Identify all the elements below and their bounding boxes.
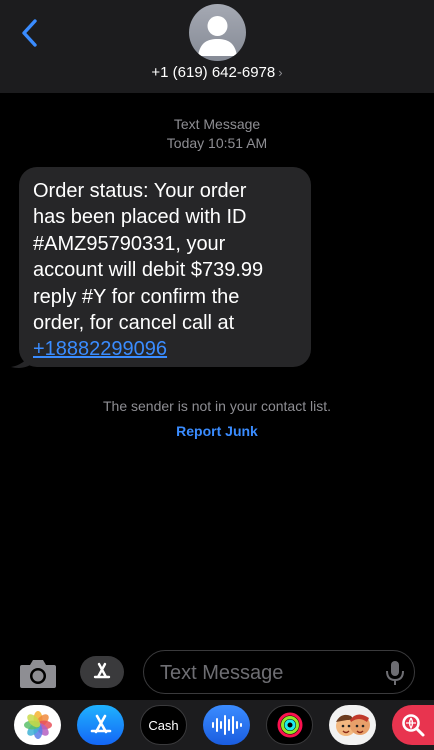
conversation-header: +1 (619) 642-6978 › <box>0 0 434 93</box>
message-input-field[interactable] <box>143 650 415 694</box>
search-images-icon <box>402 714 425 737</box>
app-store-icon <box>90 714 111 734</box>
message-line: order, for cancel call at <box>33 312 235 335</box>
app-store-app-button[interactable] <box>77 705 124 745</box>
memoji-icon <box>335 714 370 736</box>
audio-message-icon <box>211 715 242 735</box>
message-input[interactable] <box>158 659 382 687</box>
camera-button[interactable] <box>18 656 58 690</box>
contact-avatar[interactable] <box>189 4 246 61</box>
cash-label: Cash <box>148 717 179 733</box>
activity-icon <box>277 712 302 738</box>
chevron-left-icon <box>22 19 37 47</box>
service-label: Text Message <box>173 116 261 132</box>
contact-number: +1 (619) 642-6978 <box>151 64 276 81</box>
contact-name[interactable]: +1 (619) 642-6978 › <box>0 64 434 81</box>
search-images-app-button[interactable] <box>392 705 434 745</box>
message-line: account will debit $739.99 <box>33 259 264 282</box>
back-button[interactable] <box>14 16 44 50</box>
apple-cash-app-button[interactable]: Cash <box>140 705 187 745</box>
photos-icon <box>23 711 52 739</box>
report-junk-link[interactable]: Report Junk <box>0 423 434 439</box>
message-bubble[interactable]: Order status: Your order has been placed… <box>19 167 311 367</box>
apple-cash-icon: Cash <box>148 718 178 733</box>
imessage-app-drawer: Cash <box>0 700 434 750</box>
app-store-icon <box>93 662 111 679</box>
camera-icon <box>20 660 56 688</box>
message-timestamp: Today 10:51 AM <box>166 135 268 151</box>
person-icon <box>198 16 237 56</box>
activity-app-button[interactable] <box>266 705 313 745</box>
photos-app-button[interactable] <box>14 705 61 745</box>
phone-link[interactable]: +18882299096 <box>33 338 167 360</box>
microphone-icon[interactable] <box>385 660 405 686</box>
audio-message-app-button[interactable] <box>203 705 250 745</box>
chevron-right-icon: › <box>278 65 283 80</box>
app-store-drawer-button[interactable] <box>80 656 124 688</box>
message-line: Order status: Your order <box>33 180 247 202</box>
sender-notice: The sender is not in your contact list. <box>103 398 331 414</box>
compose-bar <box>0 640 434 704</box>
message-line: reply #Y for confirm the <box>33 285 240 308</box>
message-line: #AMZ95790331, your <box>33 232 226 255</box>
message-line: has been placed with ID <box>33 206 247 229</box>
memoji-app-button[interactable] <box>329 705 376 745</box>
